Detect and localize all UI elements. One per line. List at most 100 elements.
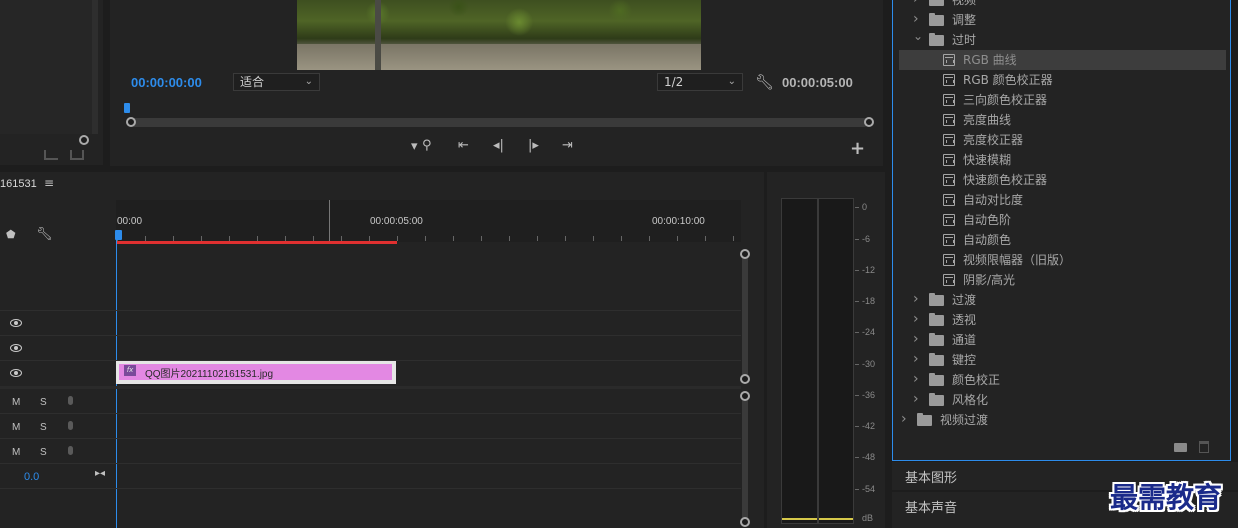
meter-channel-right <box>818 198 854 524</box>
ruler-label-5s: 00:00:05:00 <box>370 216 423 227</box>
effect-item-row[interactable]: 三向颜色校正器 <box>893 90 1223 110</box>
effect-item-row[interactable]: 自动对比度 <box>893 190 1223 210</box>
voice-over-mic-icon[interactable] <box>68 446 73 455</box>
scrollbar-knob[interactable] <box>740 391 750 401</box>
track-divider <box>0 413 741 414</box>
scrollbar-knob[interactable] <box>740 249 750 259</box>
add-marker-icon[interactable]: ▾ <box>411 139 418 154</box>
voice-over-mic-icon[interactable] <box>68 421 73 430</box>
work-area-marker <box>329 200 330 242</box>
effect-item-row[interactable]: 阴影/高光 <box>893 270 1223 290</box>
effects-tree: ›视频›调整⌄过时 RGB 曲线 RGB 颜色校正器三向颜色校正器亮度曲线亮度校正器… <box>893 0 1230 432</box>
toggle-track-output-eye-icon[interactable] <box>10 369 22 377</box>
effects-folder-row[interactable]: › 颜色校正 <box>893 370 1223 390</box>
effects-folder-row[interactable]: › 调整 <box>893 10 1223 30</box>
video-effect-icon <box>943 254 955 266</box>
effects-folder-row[interactable]: › 风格化 <box>893 390 1223 410</box>
effect-item-row[interactable]: 亮度校正器 <box>893 130 1223 150</box>
solo-track-button[interactable]: S <box>40 422 47 433</box>
video-tracks-scrollbar[interactable] <box>742 254 748 380</box>
program-scrub-bar[interactable] <box>130 118 868 127</box>
playhead-marker-icon[interactable] <box>124 103 130 113</box>
effects-folder-row[interactable]: › 视频过渡 <box>893 410 1223 430</box>
effect-item-row[interactable]: RGB 颜色校正器 <box>893 70 1223 90</box>
step-back-icon[interactable]: ◂| <box>493 138 504 153</box>
scrollbar-knob[interactable] <box>740 517 750 527</box>
effects-folder-row[interactable]: › 键控 <box>893 350 1223 370</box>
mute-track-button[interactable]: M <box>12 447 20 458</box>
step-forward-icon[interactable]: |▸ <box>528 138 539 153</box>
sequence-menu-icon[interactable]: ≡ <box>44 176 54 190</box>
go-to-out-point-icon[interactable]: ⇥ <box>562 138 573 153</box>
timeline-settings-wrench-icon[interactable]: 🔧︎ <box>36 227 53 242</box>
playhead-handle[interactable] <box>115 230 122 240</box>
scrub-start-knob[interactable] <box>126 117 136 127</box>
chevron-right-icon[interactable]: › <box>913 0 919 9</box>
chevron-right-icon[interactable]: › <box>913 349 919 369</box>
video-effect-icon <box>943 174 955 186</box>
toggle-track-output-eye-icon[interactable] <box>10 344 22 352</box>
find-icon[interactable] <box>70 150 84 160</box>
program-duration-timecode: 00:00:05:00 <box>782 75 853 90</box>
ruler-label-10s: 00:00:10:00 <box>652 216 705 227</box>
effects-folder-row[interactable]: › 通道 <box>893 330 1223 350</box>
effect-item-row[interactable]: 自动颜色 <box>893 230 1223 250</box>
tree-item-label: 颜色校正 <box>952 373 1001 387</box>
effect-item-row[interactable]: 快速颜色校正器 <box>893 170 1223 190</box>
toggle-track-output-eye-icon[interactable] <box>10 319 22 327</box>
audio-tracks-scrollbar[interactable] <box>742 396 748 522</box>
effect-item-row[interactable]: 快速模糊 <box>893 150 1223 170</box>
tree-item-label: RGB 曲线 <box>963 53 1017 67</box>
chevron-right-icon[interactable]: › <box>913 329 919 349</box>
chevron-down-icon[interactable]: ⌄ <box>913 26 923 46</box>
mute-track-button[interactable]: M <box>12 422 20 433</box>
playback-resolution-select[interactable]: 1/2 ⌄ <box>657 73 743 91</box>
effect-item-row[interactable]: RGB 曲线 <box>899 50 1226 70</box>
project-zoom-knob[interactable] <box>79 135 89 145</box>
chevron-right-icon[interactable]: › <box>913 369 919 389</box>
tree-item-label: 三向颜色校正器 <box>963 93 1048 107</box>
settings-wrench-icon[interactable]: 🔧︎ <box>755 73 774 91</box>
sequence-tab[interactable]: 161531 <box>0 178 37 190</box>
folder-icon <box>929 13 944 26</box>
chevron-right-icon[interactable]: › <box>913 309 919 329</box>
new-custom-bin-folder-icon[interactable] <box>1174 443 1187 452</box>
chevron-right-icon[interactable]: › <box>913 289 919 309</box>
program-current-timecode[interactable]: 00:00:00:00 <box>131 75 202 90</box>
go-to-in-out-icon[interactable]: ▸◂ <box>95 468 105 479</box>
fit-zoom-select[interactable]: 适合 ⌄ <box>233 73 320 91</box>
solo-track-button[interactable]: S <box>40 397 47 408</box>
effect-item-row[interactable]: 亮度曲线 <box>893 110 1223 130</box>
db-label: -24 <box>862 327 876 337</box>
effects-folder-row[interactable]: › 视频 <box>893 0 1223 10</box>
project-scrollbar[interactable] <box>92 0 98 134</box>
mute-track-button[interactable]: M <box>12 397 20 408</box>
effects-folder-row[interactable]: › 透视 <box>893 310 1223 330</box>
master-volume-value[interactable]: 0.0 <box>24 471 39 483</box>
timeline-clip[interactable]: fx QQ图片20211102161531.jpg <box>116 361 396 384</box>
solo-track-button[interactable]: S <box>40 447 47 458</box>
essential-graphics-title: 基本图形 <box>905 471 958 486</box>
go-to-in-point-icon[interactable]: ⇤ <box>458 138 469 153</box>
effect-item-row[interactable]: 视频限幅器（旧版） <box>893 250 1223 270</box>
add-marker-icon[interactable]: ⬟ <box>6 228 16 241</box>
effects-folder-row[interactable]: › 过渡 <box>893 290 1223 310</box>
scrub-end-knob[interactable] <box>864 117 874 127</box>
watermark-logo: 最需教育 <box>1110 481 1223 514</box>
track-divider <box>0 335 741 336</box>
lift-clip-icon[interactable]: ⚲ <box>422 138 432 153</box>
button-editor-add-icon[interactable]: + <box>850 138 865 159</box>
voice-over-mic-icon[interactable] <box>68 396 73 405</box>
chevron-right-icon[interactable]: › <box>913 389 919 409</box>
track-divider <box>0 438 741 439</box>
scrollbar-knob[interactable] <box>740 374 750 384</box>
folder-icon <box>929 353 944 366</box>
video-effect-icon <box>943 114 955 126</box>
delete-trash-icon[interactable] <box>1199 441 1209 453</box>
playback-resolution-value: 1/2 <box>664 75 684 89</box>
video-effect-icon <box>943 154 955 166</box>
effects-folder-row[interactable]: ⌄ 过时 <box>893 29 1223 50</box>
chevron-right-icon[interactable]: › <box>901 409 907 429</box>
automate-to-sequence-icon[interactable] <box>44 150 58 160</box>
effect-item-row[interactable]: 自动色阶 <box>893 210 1223 230</box>
